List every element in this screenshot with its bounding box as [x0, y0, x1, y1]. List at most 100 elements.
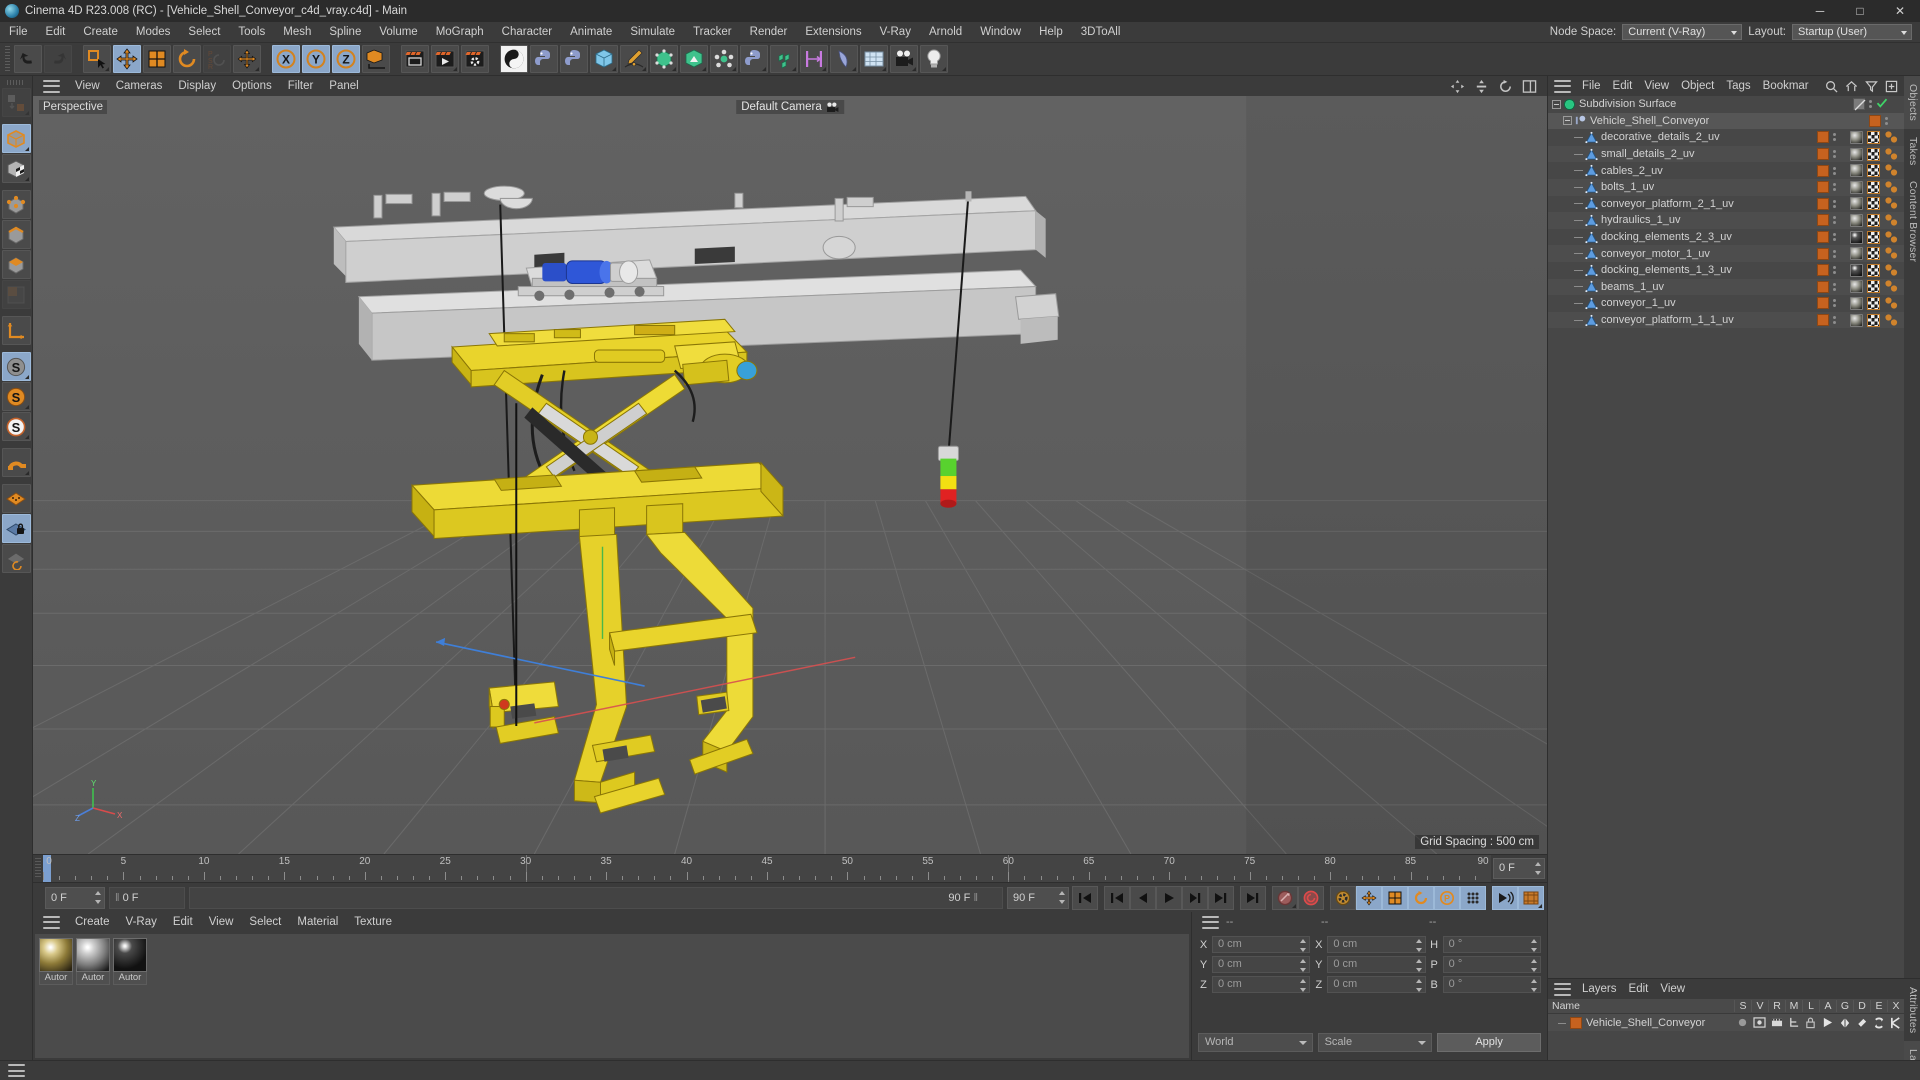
menu-select[interactable]: Select: [179, 22, 229, 43]
vray-render-button[interactable]: [500, 45, 528, 73]
material-manager-hamburger-icon[interactable]: [43, 915, 60, 929]
material-menu-v-ray[interactable]: V-Ray: [118, 912, 165, 932]
object-row[interactable]: small_details_2_uv: [1548, 145, 1904, 163]
layer-manager-hamburger-icon[interactable]: [1554, 982, 1571, 996]
size-z-field[interactable]: 0 cm: [1327, 976, 1426, 993]
status-hamburger-icon[interactable]: [8, 1064, 25, 1077]
material-menu-view[interactable]: View: [201, 912, 242, 932]
spinner[interactable]: [1300, 979, 1307, 992]
autokeying-button[interactable]: [1298, 885, 1324, 910]
visibility-dots-icon[interactable]: [1833, 249, 1836, 258]
cube-primitive-button[interactable]: [590, 45, 618, 73]
material-tag-icon[interactable]: [1850, 230, 1863, 244]
viewport-menu-view[interactable]: View: [67, 76, 108, 96]
menu-spline[interactable]: Spline: [320, 22, 370, 43]
phong-tag-icon[interactable]: [1884, 164, 1898, 177]
object-row[interactable]: conveyor_motor_1_uv: [1548, 245, 1904, 262]
phong-tag-icon[interactable]: [1884, 214, 1898, 227]
enabled-check-icon[interactable]: [1876, 97, 1888, 112]
phong-tag-icon[interactable]: [1884, 181, 1898, 194]
minimize-button[interactable]: ─: [1800, 0, 1840, 22]
uvw-tag-icon[interactable]: [1867, 247, 1880, 261]
timeline-range-bar[interactable]: 90 F ‖: [189, 886, 1003, 909]
spline-pen-button[interactable]: [620, 45, 648, 73]
layer-column-header[interactable]: L: [1802, 1000, 1819, 1012]
search-icon[interactable]: [1825, 80, 1838, 93]
material-swatch[interactable]: Autor: [39, 938, 73, 985]
visibility-dots-icon[interactable]: [1833, 299, 1836, 308]
layer-color-swatch[interactable]: [1817, 264, 1829, 277]
material-tag-icon[interactable]: [1850, 213, 1863, 227]
object-row[interactable]: cables_2_uv: [1548, 162, 1904, 179]
material-menu-material[interactable]: Material: [289, 912, 346, 932]
layer-column-header[interactable]: S: [1734, 1000, 1751, 1012]
layer-toggle-G[interactable]: [1836, 1017, 1853, 1029]
apply-button[interactable]: Apply: [1437, 1033, 1541, 1052]
current-frame-spinner[interactable]: [95, 890, 102, 904]
size-x-field[interactable]: 0 cm: [1327, 936, 1426, 953]
rotate-tool-button[interactable]: [173, 45, 201, 73]
material-preview[interactable]: [39, 938, 73, 972]
maximize-viewport-icon[interactable]: [1522, 79, 1537, 94]
uvw-tag-icon[interactable]: [1867, 147, 1880, 161]
coordinate-mode-select[interactable]: Scale: [1317, 1033, 1433, 1052]
lock-workplane-button[interactable]: [1, 514, 31, 543]
phong-tag-icon[interactable]: [1884, 280, 1898, 293]
uvw-tag-icon[interactable]: [1867, 197, 1880, 211]
visibility-dots-icon[interactable]: [1833, 316, 1836, 325]
menu-tools[interactable]: Tools: [229, 22, 274, 43]
move-axis-tool-button[interactable]: [233, 45, 261, 73]
pan-view-icon[interactable]: [1450, 79, 1465, 94]
node-space-select[interactable]: Current (V-Ray): [1622, 24, 1743, 40]
menu-3dtoall[interactable]: 3DToAll: [1072, 22, 1130, 43]
uvw-tag-icon[interactable]: [1867, 230, 1880, 244]
material-swatch[interactable]: Autor: [113, 938, 147, 985]
object-row[interactable]: docking_elements_2_3_uv: [1548, 229, 1904, 246]
layer-toggle-A[interactable]: [1819, 1017, 1836, 1028]
live-selection-tool-button[interactable]: [83, 45, 111, 73]
previous-keyframe-button[interactable]: [1104, 885, 1130, 910]
spinner[interactable]: [1530, 959, 1538, 972]
uvw-tag-icon[interactable]: [1867, 296, 1880, 310]
model-mode-button[interactable]: [1, 124, 31, 153]
viewport-menu-display[interactable]: Display: [170, 76, 224, 96]
bend-deformer-button[interactable]: [830, 45, 858, 73]
viewport-menu-options[interactable]: Options: [224, 76, 280, 96]
visibility-dots-icon[interactable]: [1833, 133, 1836, 142]
axis-mode-button[interactable]: [1, 316, 31, 345]
mospline-button[interactable]: [800, 45, 828, 73]
layer-color-swatch[interactable]: [1817, 164, 1829, 177]
layer-toggle-R[interactable]: [1768, 1017, 1785, 1028]
layer-toggle-D[interactable]: [1853, 1017, 1870, 1029]
layer-color-swatch[interactable]: [1817, 214, 1829, 227]
menu-mograph[interactable]: MoGraph: [427, 22, 493, 43]
side-tab-takes[interactable]: Takes: [1904, 129, 1920, 174]
phong-tag-icon[interactable]: [1884, 264, 1898, 277]
render-region-button[interactable]: [431, 45, 459, 73]
material-tag-icon[interactable]: [1850, 180, 1863, 194]
mograph-cloner-button[interactable]: [710, 45, 738, 73]
coordinate-system-select[interactable]: World: [1198, 1033, 1313, 1052]
side-tab-content-browser[interactable]: Content Browser: [1904, 173, 1920, 271]
visibility-dots-icon[interactable]: [1833, 266, 1836, 275]
layer-column-header[interactable]: R: [1768, 1000, 1785, 1012]
side-tab-attributes[interactable]: Attributes: [1904, 979, 1920, 1042]
viewport-hamburger-icon[interactable]: [43, 79, 60, 93]
layer-color-swatch[interactable]: [1817, 131, 1829, 144]
uvw-tag-icon[interactable]: [1867, 213, 1880, 227]
key-scale-button[interactable]: [1382, 885, 1408, 910]
phong-tag-icon[interactable]: [1884, 147, 1898, 161]
layer-column-header[interactable]: X: [1887, 1000, 1904, 1012]
spinner[interactable]: [1415, 979, 1423, 992]
spinner[interactable]: [1415, 939, 1423, 952]
layer-toggle-M[interactable]: [1785, 1017, 1802, 1028]
rotation-p-field[interactable]: 0 °: [1442, 956, 1541, 973]
psr-tool-button[interactable]: PSR: [203, 45, 231, 73]
menu-window[interactable]: Window: [971, 22, 1030, 43]
menu-edit[interactable]: Edit: [37, 22, 75, 43]
preview-end-spinner[interactable]: [1059, 890, 1066, 904]
size-y-field[interactable]: 0 cm: [1327, 956, 1426, 973]
play-button[interactable]: [1156, 885, 1182, 910]
object-row[interactable]: Subdivision Surface: [1548, 96, 1904, 113]
uvw-tag-icon[interactable]: [1867, 164, 1880, 178]
